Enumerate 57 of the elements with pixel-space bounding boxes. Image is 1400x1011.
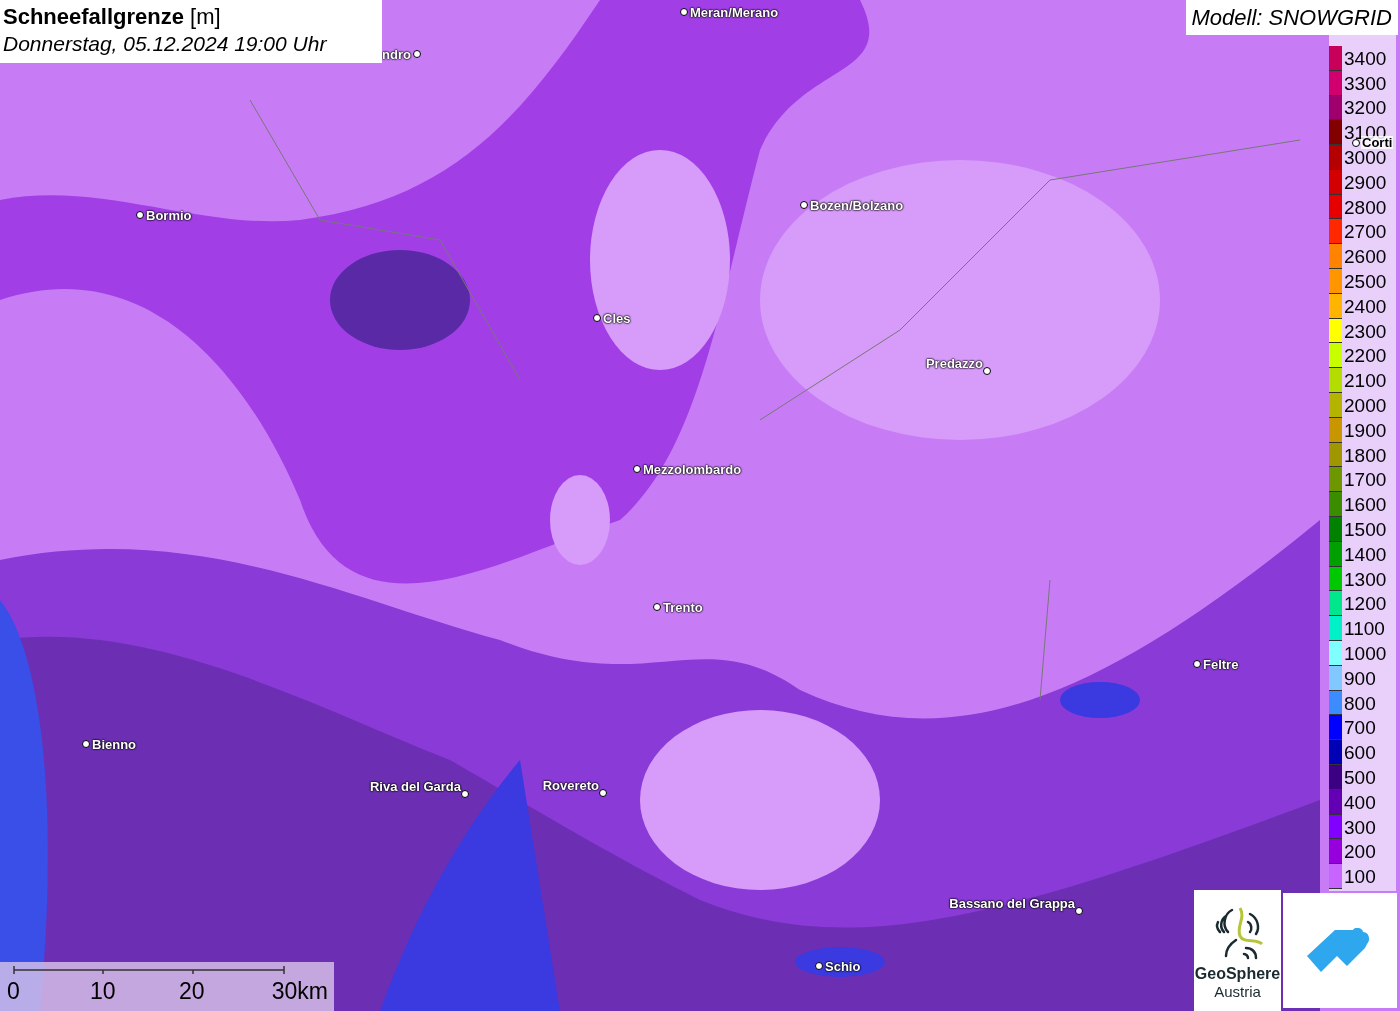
legend-label: 300 [1344,817,1376,837]
place-label: Predazzo [925,357,983,370]
legend-label: 3200 [1344,98,1387,118]
map-title: Schneefallgrenze [m] [3,3,222,30]
legend-label: 2000 [1344,395,1387,415]
legend-label: 3000 [1344,148,1387,167]
scale-label: 30km [271,980,328,1003]
scale-label: 10 [90,980,116,1003]
legend-label: 1900 [1344,420,1387,440]
scale-label: 20 [179,980,205,1003]
legend-label: 3400 [1344,48,1387,68]
logo-text: GeoSphere [1194,966,1281,982]
legend-label: 2900 [1344,172,1387,192]
legend-label: 2500 [1344,271,1387,291]
legend-label: 1100 [1344,619,1385,639]
place-label: Rovereto [542,779,599,792]
legend-label: 400 [1344,792,1376,812]
legend-label: 2800 [1344,197,1387,217]
legend-label: 800 [1344,693,1376,713]
legend-label: 500 [1344,767,1376,787]
legend-label: 1800 [1344,445,1387,465]
scale-label: 0 [7,980,20,1003]
legend-label: 600 [1344,743,1376,763]
place-label: Feltre [1203,658,1239,671]
legend-label: 100 [1344,867,1376,887]
legend-label: 900 [1344,668,1376,688]
legend-label: 2700 [1344,222,1387,242]
logo-text: Austria [1214,984,1261,999]
legend-label: 1400 [1344,544,1387,564]
place-label: Meran/Merano [690,6,779,19]
place-label: Bienno [92,738,137,751]
legend-label: 2200 [1344,346,1387,366]
legend-label: 2100 [1344,371,1387,391]
legend-label: 1700 [1344,470,1387,490]
legend-label: 2300 [1344,321,1387,341]
legend-label: 1300 [1344,569,1387,589]
place-label: Bassano del Grappa [949,897,1075,910]
place-label: Bormio [146,209,192,222]
legend-label: 700 [1344,718,1376,738]
legend-label: 2600 [1344,247,1387,267]
place-label: Mezzolombardo [643,463,742,476]
place-label: Schio [825,960,861,973]
place-label: Riva del Garda [369,780,461,793]
map-datetime: Donnerstag, 05.12.2024 19:00 Uhr [3,31,328,57]
legend-label: 1200 [1344,594,1387,614]
place-label: Trento [663,601,703,614]
legend-label: 200 [1344,842,1376,862]
place-label: Bozen/Bolzano [810,199,904,212]
model-label: Modell: SNOWGRID [1185,0,1398,35]
scale-bar-icon [13,966,285,974]
legend-label: 3300 [1344,73,1387,93]
legend-label: 2400 [1344,296,1387,316]
legend-label: 1600 [1344,495,1387,515]
place-label: Cles [603,312,631,325]
legend-label: 1000 [1344,643,1387,663]
place-label: ndro [382,48,411,61]
legend-label: 1500 [1344,519,1387,539]
